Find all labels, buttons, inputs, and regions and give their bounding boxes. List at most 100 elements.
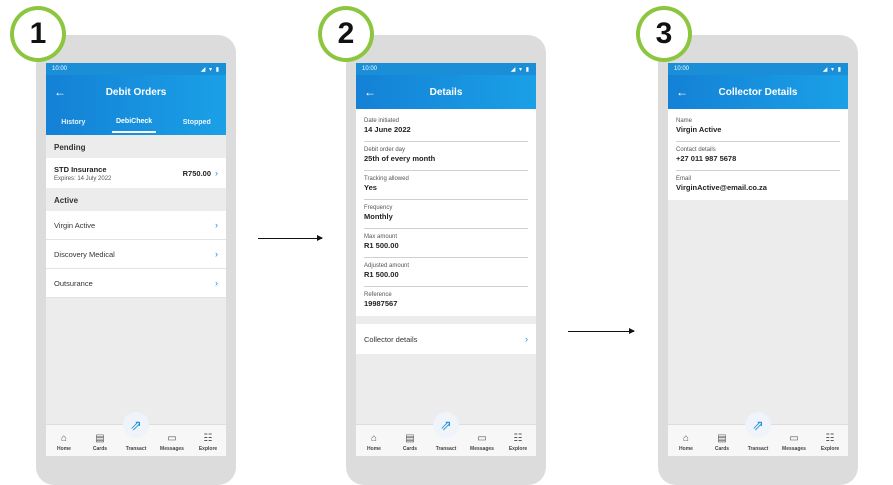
field-label: Email bbox=[676, 176, 692, 182]
nav-transact[interactable]: ⇗ Transact bbox=[741, 412, 775, 452]
message-icon: ▭ bbox=[789, 433, 799, 444]
field-label: Name bbox=[676, 118, 693, 124]
pending-expiry: Expires: 14 July 2022 bbox=[54, 175, 112, 182]
nav-messages[interactable]: ▭ Messages bbox=[155, 432, 189, 452]
field-label: Date initiated bbox=[364, 118, 400, 124]
tab-stopped[interactable]: Stopped bbox=[179, 113, 215, 132]
nav-explore[interactable]: ☷ Explore bbox=[813, 432, 847, 452]
detail-field: Date initiated 14 June 2022 bbox=[364, 113, 528, 142]
transact-icon: ⇗ bbox=[433, 412, 459, 438]
phone-debit-orders: 10:00 ◢ ▾ ▮ ← Debit Orders History DebiC… bbox=[36, 35, 236, 485]
chevron-right-icon: › bbox=[215, 168, 218, 178]
nav-home[interactable]: ⌂ Home bbox=[669, 432, 703, 452]
status-bar: 10:00 ◢ ▾ ▮ bbox=[668, 63, 848, 75]
home-icon: ⌂ bbox=[370, 433, 378, 444]
field-label: Contact details bbox=[676, 147, 716, 153]
field-label: Frequency bbox=[364, 205, 393, 211]
transact-icon: ⇗ bbox=[745, 412, 771, 438]
list-item[interactable]: Virgin Active › bbox=[46, 211, 226, 240]
nav-messages[interactable]: ▭ Messages bbox=[777, 432, 811, 452]
nav-transact[interactable]: ⇗ Transact bbox=[119, 412, 153, 452]
back-arrow-icon[interactable]: ← bbox=[676, 85, 688, 99]
nav-home[interactable]: ⌂ Home bbox=[357, 432, 391, 452]
status-icons: ◢ ▾ ▮ bbox=[510, 66, 530, 73]
field-label: Reference bbox=[364, 292, 392, 298]
field-value: VirginActive@email.co.za bbox=[676, 183, 767, 192]
nav-label: Cards bbox=[92, 446, 108, 452]
nav-label: Explore bbox=[508, 446, 528, 452]
collector-details-link[interactable]: Collector details › bbox=[356, 324, 536, 354]
screen-debit-orders: 10:00 ◢ ▾ ▮ ← Debit Orders History DebiC… bbox=[46, 63, 226, 456]
page-title: Collector Details bbox=[718, 86, 798, 98]
pending-name: STD Insurance bbox=[54, 164, 107, 174]
tab-debicheck[interactable]: DebiCheck bbox=[111, 112, 157, 133]
flow-arrow-2 bbox=[568, 328, 635, 334]
status-bar: 10:00 ◢ ▾ ▮ bbox=[46, 63, 226, 75]
field-value: 14 June 2022 bbox=[364, 125, 411, 134]
card-icon: ▤ bbox=[405, 433, 415, 444]
field-label: Adjusted amount bbox=[364, 263, 410, 269]
back-arrow-icon[interactable]: ← bbox=[364, 85, 376, 99]
nav-label: Transact bbox=[125, 446, 147, 452]
flow-arrow-1 bbox=[258, 235, 323, 241]
explore-icon: ☷ bbox=[203, 433, 213, 444]
status-icons: ◢ ▾ ▮ bbox=[200, 66, 220, 73]
explore-icon: ☷ bbox=[825, 433, 835, 444]
card-icon: ▤ bbox=[95, 433, 105, 444]
home-icon: ⌂ bbox=[60, 433, 68, 444]
nav-explore[interactable]: ☷ Explore bbox=[501, 432, 535, 452]
chevron-right-icon: › bbox=[215, 278, 218, 288]
field-value: Yes bbox=[364, 183, 377, 192]
page-title: Debit Orders bbox=[105, 86, 167, 98]
nav-explore[interactable]: ☷ Explore bbox=[191, 432, 225, 452]
nav-transact[interactable]: ⇗ Transact bbox=[429, 412, 463, 452]
header: ← Details bbox=[356, 75, 536, 109]
chevron-right-icon: › bbox=[215, 249, 218, 259]
nav-label: Home bbox=[57, 446, 71, 452]
step-number: 3 bbox=[640, 10, 688, 58]
nav-label: Home bbox=[679, 446, 693, 452]
status-time: 10:00 bbox=[52, 66, 68, 72]
field-value: 19987567 bbox=[364, 299, 398, 308]
collector-link-label: Collector details bbox=[364, 334, 418, 344]
pending-amount: R750.00 bbox=[182, 168, 211, 178]
field-value: +27 011 987 5678 bbox=[676, 154, 737, 163]
detail-field: Frequency Monthly bbox=[364, 200, 528, 229]
pending-item[interactable]: STD Insurance Expires: 14 July 2022 R750… bbox=[46, 158, 226, 188]
tab-bar: History DebiCheck Stopped bbox=[46, 109, 226, 135]
message-icon: ▭ bbox=[167, 433, 177, 444]
nav-messages[interactable]: ▭ Messages bbox=[465, 432, 499, 452]
message-icon: ▭ bbox=[477, 433, 487, 444]
collector-list: Name Virgin Active Contact details +27 011… bbox=[668, 109, 848, 200]
nav-cards[interactable]: ▤ Cards bbox=[705, 432, 739, 452]
nav-cards[interactable]: ▤ Cards bbox=[83, 432, 117, 452]
home-icon: ⌂ bbox=[682, 433, 690, 444]
transact-icon: ⇗ bbox=[123, 412, 149, 438]
status-bar: 10:00 ◢ ▾ ▮ bbox=[356, 63, 536, 75]
active-list: Virgin Active › Discovery Medical › Outs… bbox=[46, 211, 226, 298]
nav-cards[interactable]: ▤ Cards bbox=[393, 432, 427, 452]
field-label: Max amount bbox=[364, 234, 398, 240]
back-arrow-icon[interactable]: ← bbox=[54, 85, 66, 99]
nav-label: Transact bbox=[747, 446, 769, 452]
step-badge-1: 1 bbox=[10, 6, 66, 62]
detail-field: Adjusted amount R1 500.00 bbox=[364, 258, 528, 287]
detail-field: Email VirginActive@email.co.za bbox=[676, 171, 840, 200]
field-value: Monthly bbox=[364, 212, 393, 221]
phone-details: 10:00 ◢ ▾ ▮ ← Details Date initiated 14 J… bbox=[346, 35, 546, 485]
list-item[interactable]: Outsurance › bbox=[46, 269, 226, 298]
detail-field: Max amount R1 500.00 bbox=[364, 229, 528, 258]
list-item-label: Virgin Active bbox=[54, 220, 96, 230]
field-value: 25th of every month bbox=[364, 154, 436, 163]
nav-home[interactable]: ⌂ Home bbox=[47, 432, 81, 452]
status-icons: ◢ ▾ ▮ bbox=[822, 66, 842, 73]
bottom-nav: ⌂ Home ▤ Cards ⇗ Transact ▭ Messages ☷ Explor… bbox=[356, 412, 536, 456]
header: ← Collector Details bbox=[668, 75, 848, 109]
screen-details: 10:00 ◢ ▾ ▮ ← Details Date initiated 14 J… bbox=[356, 63, 536, 456]
tab-history[interactable]: History bbox=[57, 113, 89, 132]
section-active: Active bbox=[46, 188, 226, 211]
header: ← Debit Orders History DebiCheck Stopped bbox=[46, 75, 226, 135]
status-time: 10:00 bbox=[674, 66, 690, 72]
list-item[interactable]: Discovery Medical › bbox=[46, 240, 226, 269]
detail-field: Contact details +27 011 987 5678 bbox=[676, 142, 840, 171]
